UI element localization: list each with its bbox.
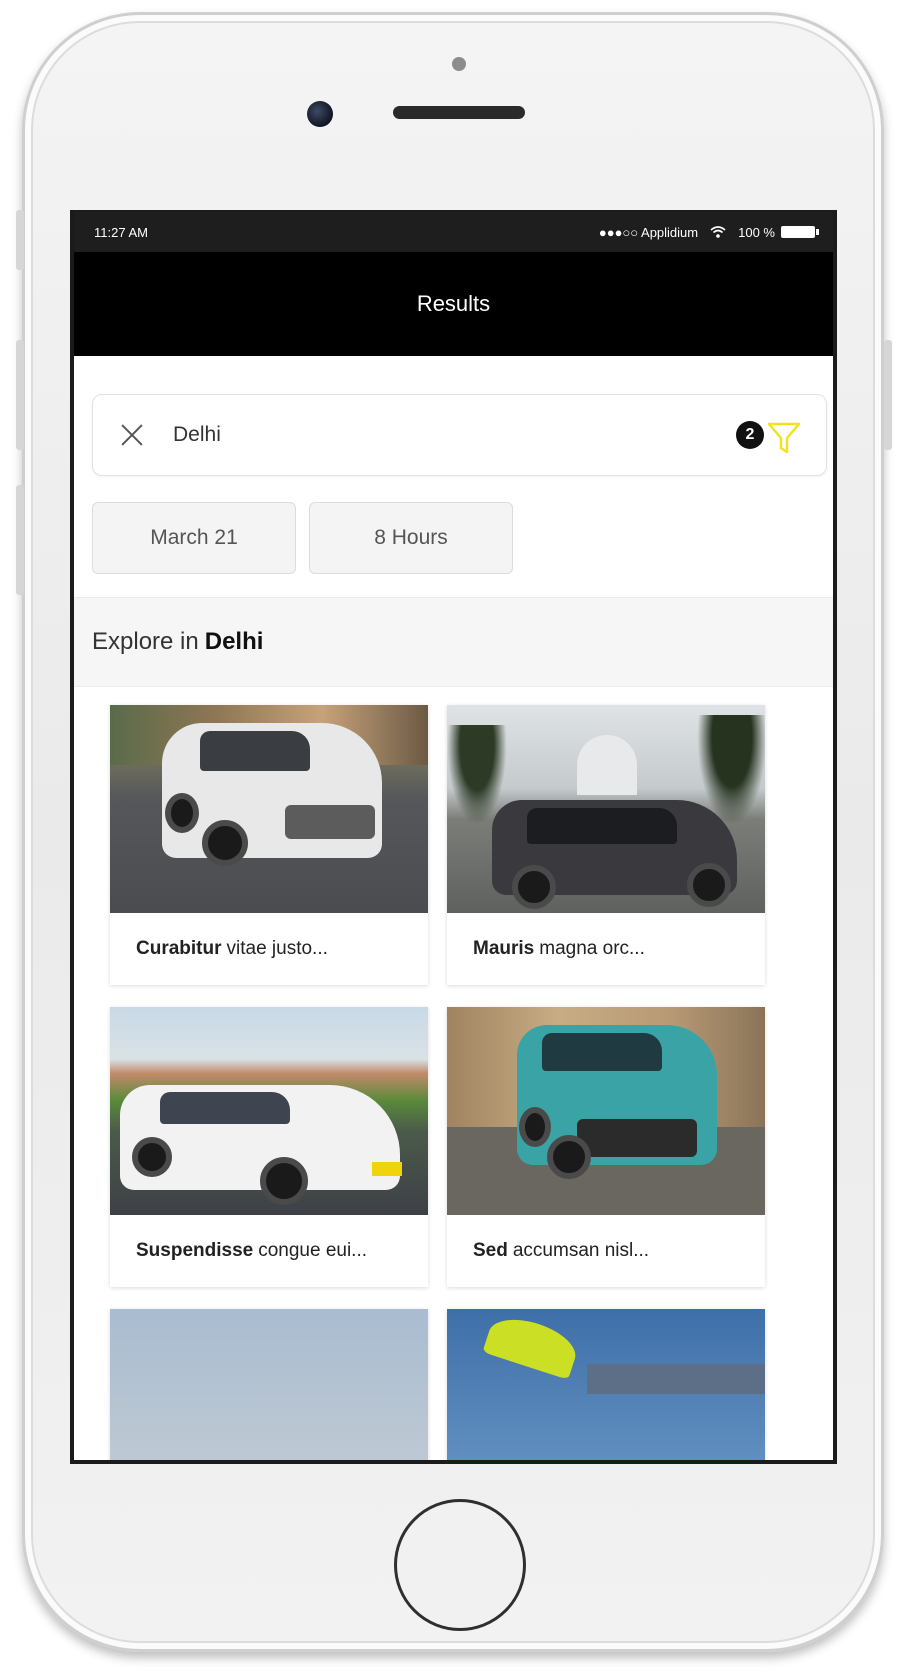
car-photo (110, 705, 428, 913)
card-photo-partial (110, 1309, 428, 1460)
car-photo (110, 1007, 428, 1215)
card-photo-partial (447, 1309, 765, 1460)
date-chip[interactable]: March 21 (92, 502, 296, 574)
close-icon[interactable] (119, 422, 145, 448)
page-title: Results (416, 291, 491, 316)
card-title-rest: accumsan nisl... (512, 1240, 650, 1261)
earpiece-speaker (393, 106, 525, 119)
result-card[interactable]: Mauris magna orc... (447, 705, 765, 985)
navigation-bar: Results (74, 252, 833, 356)
front-camera (307, 101, 333, 127)
proximity-sensor (452, 57, 466, 71)
search-input[interactable] (173, 423, 736, 447)
card-title-rest: congue eui... (258, 1240, 368, 1261)
explore-prefix: Explore in (92, 628, 199, 655)
car-photo (447, 705, 765, 913)
card-title: Suspendisse congue eui... (110, 1215, 428, 1287)
explore-city: Delhi (204, 628, 264, 655)
result-card[interactable] (447, 1309, 765, 1460)
home-button[interactable] (394, 1499, 526, 1631)
status-bar: 11:27 AM ●●●○○ Applidium 100 % (74, 212, 833, 252)
card-title: Curabitur vitae justo... (110, 913, 428, 985)
card-title-rest: magna orc... (539, 938, 645, 959)
filter-icon[interactable] (766, 421, 802, 457)
result-card[interactable]: Curabitur vitae justo... (110, 705, 428, 985)
battery-percent: 100 % (738, 224, 775, 240)
card-title-bold: Sed (473, 1240, 508, 1261)
status-indicators: ●●●○○ Applidium 100 % (598, 224, 819, 240)
result-card[interactable] (110, 1309, 428, 1460)
battery-indicator: 100 % (738, 224, 819, 240)
explore-header: Explore in Delhi (74, 597, 833, 687)
filter-count-badge: 2 (736, 421, 764, 449)
card-title-bold: Curabitur (136, 938, 222, 959)
card-title-bold: Mauris (473, 938, 535, 959)
card-title: Sed accumsan nisl... (447, 1215, 765, 1287)
car-photo (447, 1007, 765, 1215)
result-card[interactable]: Sed accumsan nisl... (447, 1007, 765, 1287)
mute-switch (16, 210, 24, 270)
card-title: Mauris magna orc... (447, 913, 765, 985)
power-button (884, 340, 892, 450)
volume-down-button (16, 485, 24, 595)
search-bar: 2 (92, 394, 827, 476)
status-time: 11:27 AM (94, 224, 148, 240)
card-title-bold: Suspendisse (136, 1240, 254, 1261)
wifi-icon (710, 226, 726, 238)
duration-chip[interactable]: 8 Hours (309, 502, 513, 574)
carrier-label: ●●●○○ Applidium (598, 224, 699, 240)
battery-icon (781, 226, 819, 238)
card-title-rest: vitae justo... (226, 938, 328, 959)
volume-up-button (16, 340, 24, 450)
result-card[interactable]: Suspendisse congue eui... (110, 1007, 428, 1287)
phone-screen: 11:27 AM ●●●○○ Applidium 100 % Results 2… (70, 210, 837, 1464)
